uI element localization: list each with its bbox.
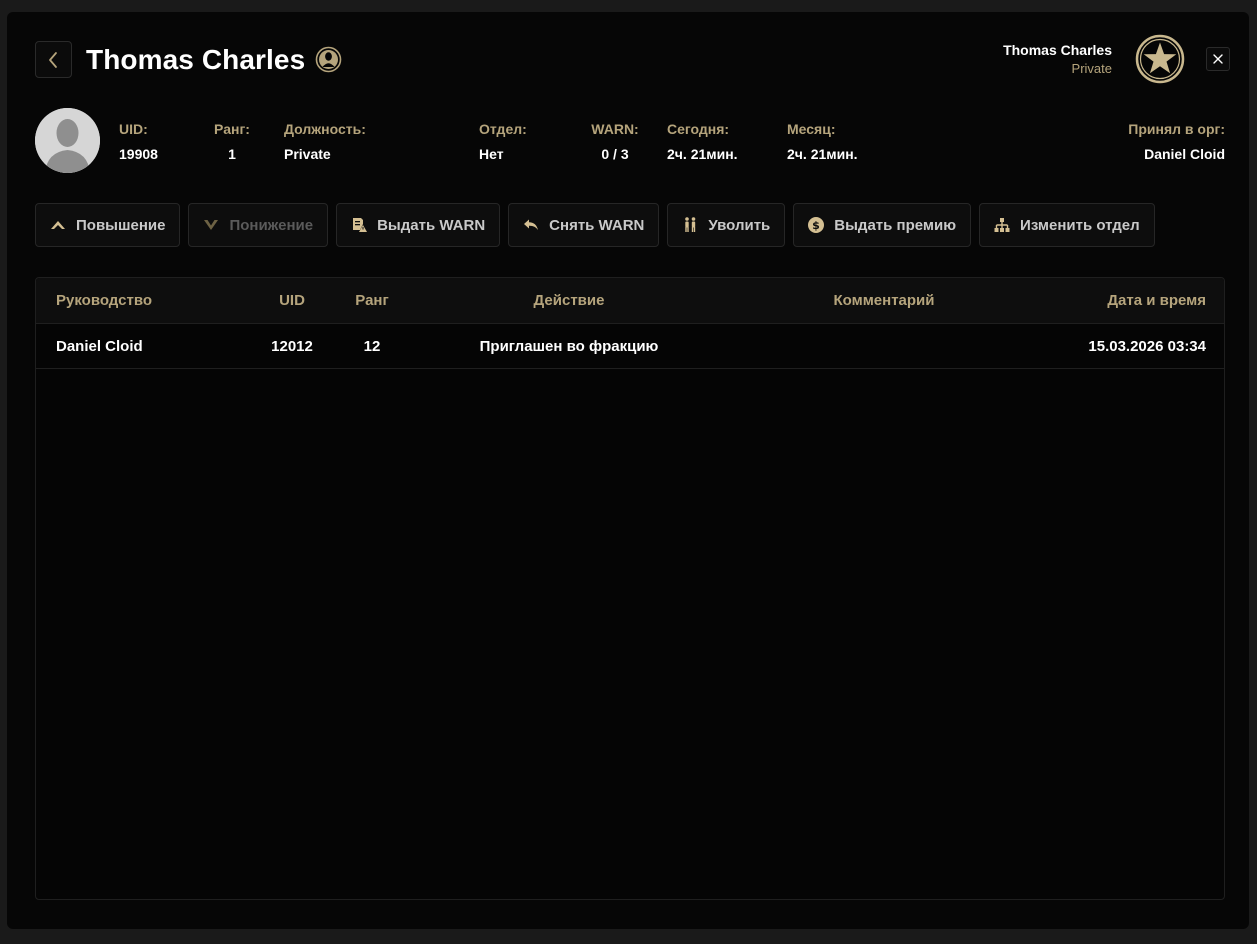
demote-button-label: Понижение	[229, 216, 314, 234]
stat-accepted-by: Принял в орг: Daniel Cloid	[1128, 121, 1225, 163]
demote-button[interactable]: Понижение	[188, 203, 329, 247]
history-table: Руководство UID Ранг Действие Комментари…	[35, 277, 1225, 900]
stat-warn-label: WARN:	[591, 121, 639, 137]
stat-month: Месяц: 2ч. 21мин.	[787, 121, 858, 163]
user-silhouette-icon	[35, 108, 100, 173]
issue-warn-button-label: Выдать WARN	[377, 216, 486, 234]
stat-today: Сегодня: 2ч. 21мин.	[667, 121, 738, 163]
current-user-rank: Private	[1071, 61, 1112, 76]
promote-button-label: Повышение	[76, 216, 166, 234]
column-header-manager: Руководство	[56, 292, 153, 309]
issue-bonus-button[interactable]: $ Выдать премию	[793, 203, 972, 247]
stat-month-value: 2ч. 21мин.	[787, 146, 858, 162]
dismiss-button[interactable]: Уволить	[667, 203, 786, 247]
stat-rank: Ранг: 1	[212, 121, 252, 163]
stat-accepted-label: Принял в орг:	[1128, 121, 1225, 137]
cell-uid: 12012	[271, 338, 313, 355]
cell-action: Приглашен во фракцию	[479, 338, 659, 355]
undo-arrow-icon	[522, 216, 540, 234]
stat-department-value: Нет	[479, 146, 504, 162]
remove-warn-button[interactable]: Снять WARN	[508, 203, 660, 247]
issue-bonus-button-label: Выдать премию	[834, 216, 957, 234]
chevron-left-icon	[48, 51, 57, 68]
cell-datetime: 15.03.2026 03:34	[1088, 338, 1206, 355]
current-user-name: Thomas Charles	[1003, 42, 1112, 58]
dismiss-button-label: Уволить	[708, 216, 771, 234]
remove-warn-button-label: Снять WARN	[549, 216, 645, 234]
table-header: Руководство UID Ранг Действие Комментари…	[36, 278, 1224, 324]
chevron-down-icon	[202, 216, 220, 234]
stat-uid: UID: 19908	[119, 121, 158, 163]
chevron-up-icon	[49, 216, 67, 234]
cell-comment	[804, 324, 964, 369]
stat-uid-value: 19908	[119, 146, 158, 162]
stat-today-label: Сегодня:	[667, 121, 730, 137]
column-header-uid: UID	[279, 292, 305, 309]
cell-rank: 12	[363, 338, 381, 355]
org-chart-icon	[993, 216, 1011, 234]
close-button[interactable]	[1206, 47, 1230, 71]
avatar	[35, 108, 100, 173]
change-department-button[interactable]: Изменить отдел	[979, 203, 1155, 247]
cell-manager: Daniel Cloid	[56, 338, 143, 355]
stat-rank-value: 1	[228, 146, 236, 162]
stat-accepted-value: Daniel Cloid	[1144, 146, 1225, 162]
change-department-button-label: Изменить отдел	[1020, 216, 1140, 234]
issue-warn-button[interactable]: Выдать WARN	[336, 203, 501, 247]
action-toolbar: Повышение Понижение Выдать WARN Снять WA…	[35, 203, 1155, 247]
stat-warn: WARN: 0 / 3	[583, 121, 647, 163]
stat-department-label: Отдел:	[479, 121, 527, 137]
stat-position-value: Private	[284, 146, 331, 162]
column-header-rank: Ранг	[355, 292, 389, 309]
column-header-comment: Комментарий	[833, 292, 935, 309]
stat-warn-value: 0 / 3	[601, 146, 629, 162]
stat-rank-label: Ранг:	[214, 121, 250, 137]
star-badge-icon	[1135, 34, 1185, 84]
stat-position: Должность: Private	[284, 121, 366, 163]
document-warning-icon	[350, 216, 368, 234]
back-button[interactable]	[35, 41, 72, 78]
stat-today-value: 2ч. 21мин.	[667, 146, 738, 162]
stat-uid-label: UID:	[119, 121, 148, 137]
fire-person-icon	[681, 216, 699, 234]
column-header-datetime: Дата и время	[1107, 292, 1206, 309]
svg-text:$: $	[812, 219, 820, 232]
stat-department: Отдел: Нет	[479, 121, 527, 163]
table-row: Daniel Cloid 12012 12 Приглашен во фракц…	[36, 324, 1224, 369]
close-icon	[1213, 54, 1223, 64]
stat-position-label: Должность:	[284, 121, 366, 137]
column-header-action: Действие	[533, 292, 605, 309]
person-badge-icon	[315, 46, 342, 73]
profile-window: Thomas Charles Thomas Charles Private UI…	[7, 12, 1249, 929]
stat-month-label: Месяц:	[787, 121, 836, 137]
dollar-coin-icon: $	[807, 216, 825, 234]
page-title: Thomas Charles	[86, 44, 306, 75]
promote-button[interactable]: Повышение	[35, 203, 181, 247]
